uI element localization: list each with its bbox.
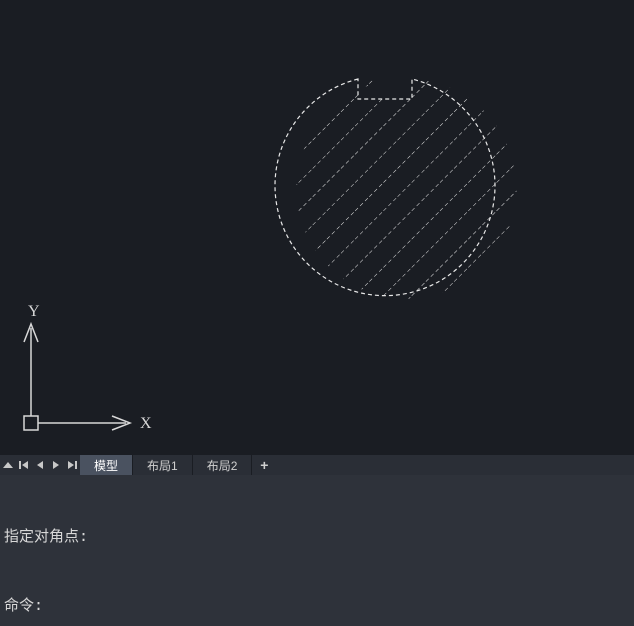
tab-prev-icon[interactable] [32, 455, 48, 475]
tab-label: 布局2 [207, 457, 238, 474]
drawing-area[interactable]: Y X [0, 0, 634, 455]
tab-next-icon[interactable] [48, 455, 64, 475]
ucs-icon: Y X [12, 300, 152, 445]
tab-model[interactable]: 模型 [80, 455, 133, 475]
tab-add-button[interactable]: + [252, 455, 276, 475]
hatch-fill [280, 70, 540, 330]
tab-first-icon[interactable] [16, 455, 32, 475]
tab-collapse-icon[interactable] [0, 455, 16, 475]
command-history-line: 命令: [4, 594, 630, 617]
tab-label: 布局1 [147, 457, 178, 474]
layout-tab-bar: 模型 布局1 布局2 + [0, 455, 634, 475]
tab-last-icon[interactable] [64, 455, 80, 475]
ucs-x-label: X [140, 415, 152, 432]
tab-label: 模型 [94, 457, 118, 474]
ucs-y-label: Y [28, 303, 40, 320]
tab-layout2[interactable]: 布局2 [193, 455, 253, 475]
tab-layout1[interactable]: 布局1 [133, 455, 193, 475]
command-history-line: 指定对角点: [4, 525, 630, 548]
add-icon: + [260, 457, 268, 473]
command-window[interactable]: 指定对角点: 命令: 命令: 命令: 命令: _hatchedit 输入边界对象… [0, 475, 634, 626]
